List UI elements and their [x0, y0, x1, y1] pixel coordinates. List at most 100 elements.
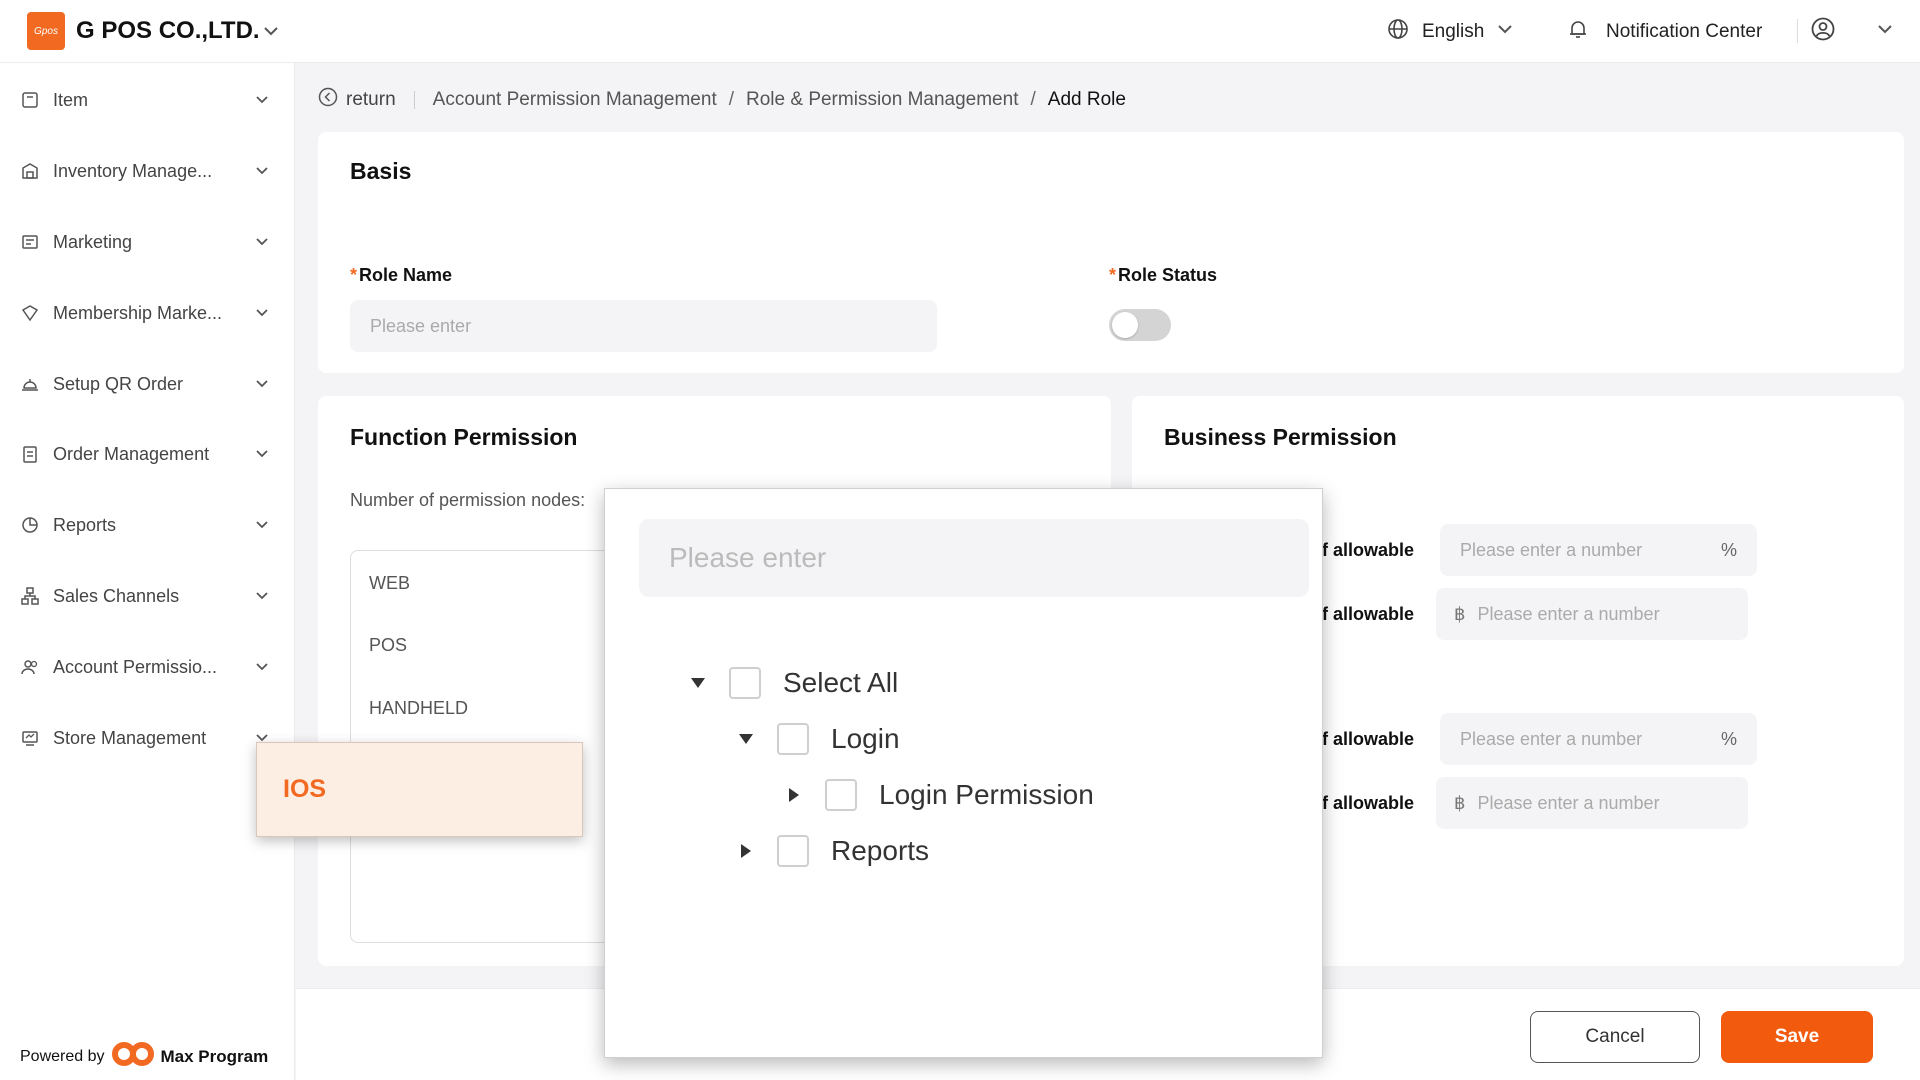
discount-percent-input[interactable]: Please enter a number %: [1440, 524, 1757, 576]
language-label: English: [1422, 20, 1485, 42]
ticket-icon: [20, 232, 40, 252]
chevron-down-icon: [1876, 20, 1894, 44]
notification-label: Notification Center: [1606, 20, 1763, 42]
tree-node-reports[interactable]: Reports: [733, 834, 929, 868]
breadcrumb-slash: /: [1030, 89, 1036, 110]
tree-node-label: Select All: [783, 667, 899, 698]
sidebar-item-order-management[interactable]: Order Management: [0, 429, 295, 479]
permission-tree-popup: Please enter Select All Login Login Perm…: [604, 488, 1323, 1058]
users-icon: [20, 657, 40, 677]
tree-node-login[interactable]: Login: [733, 722, 900, 756]
checkbox[interactable]: [777, 835, 809, 867]
breadcrumb-slash: /: [728, 89, 735, 110]
checkbox[interactable]: [777, 723, 809, 755]
tree-node-login-permission[interactable]: Login Permission: [781, 778, 1094, 812]
writeoff-percent-label: ff allowable: [1316, 729, 1415, 749]
role-status-label-text: Role Status: [1118, 265, 1218, 285]
powered-by: Powered by Max Program: [20, 1040, 268, 1073]
writeoff-amount-placeholder: Please enter a number: [1477, 792, 1660, 813]
tree-node-label: Reports: [831, 835, 930, 866]
sidebar-item-membership[interactable]: Membership Marke...: [0, 288, 295, 338]
checkbox[interactable]: [729, 667, 761, 699]
caret-right-icon[interactable]: [781, 778, 807, 812]
sidebar-item-item[interactable]: Item: [0, 75, 295, 125]
bell-icon: [1566, 17, 1590, 47]
sidebar-item-store-management[interactable]: Store Management: [0, 713, 295, 763]
percent-suffix: %: [1720, 728, 1737, 749]
chevron-down-icon: [254, 376, 270, 397]
discount-amount-placeholder: Please enter a number: [1477, 603, 1660, 624]
basis-card: Basis * Role Name Please enter * Role Stat…: [318, 132, 1904, 373]
business-permission-title: Business Permission: [1164, 424, 1397, 450]
network-icon: [20, 586, 40, 606]
toggle-knob: [1112, 312, 1138, 338]
breadcrumb-item[interactable]: Account Permission Management: [433, 89, 717, 111]
checkbox[interactable]: [825, 779, 857, 811]
tree-node-label: Login: [831, 723, 900, 754]
discount-percent-label: ff allowable: [1316, 540, 1415, 560]
percent-suffix: %: [1720, 539, 1737, 560]
sidebar-item-setup-qr-order[interactable]: Setup QR Order: [0, 359, 295, 409]
tree-search-input[interactable]: Please enter: [639, 519, 1309, 597]
required-mark: *: [1109, 265, 1117, 285]
logo-text: Gpos: [34, 25, 58, 37]
brand-name: Max Program: [160, 1046, 269, 1066]
sidebar: Item Inventory Manage... Marketing Membe…: [0, 63, 295, 1080]
platform-web[interactable]: WEB: [369, 573, 410, 594]
chevron-down-icon: [254, 446, 270, 467]
notification-center[interactable]: Notification Center: [1566, 0, 1762, 63]
breadcrumb: return Account Permission Management / R…: [318, 87, 1126, 113]
top-header: Gpos G POS CO.,LTD. English Notification…: [0, 0, 1920, 63]
caret-right-icon[interactable]: [733, 834, 759, 868]
role-name-placeholder: Please enter: [370, 315, 472, 336]
sidebar-item-marketing[interactable]: Marketing: [0, 217, 295, 267]
globe-icon: [1386, 17, 1410, 47]
writeoff-percent-input[interactable]: Please enter a number %: [1440, 713, 1757, 765]
gpos-logo[interactable]: Gpos: [27, 12, 65, 50]
caret-down-icon[interactable]: [733, 722, 759, 756]
baht-prefix: ฿: [1454, 792, 1466, 813]
sidebar-item-reports[interactable]: Reports: [0, 500, 295, 550]
user-menu[interactable]: [1810, 0, 1894, 63]
chevron-down-icon: [254, 588, 270, 609]
platform-ios-highlight[interactable]: IOS: [256, 742, 583, 837]
platform-pos[interactable]: POS: [369, 635, 407, 656]
cancel-button[interactable]: Cancel: [1530, 1011, 1700, 1063]
chevron-down-icon: [1496, 20, 1514, 44]
role-name-input[interactable]: Please enter: [350, 300, 937, 352]
warehouse-icon: [20, 161, 40, 181]
caret-down-icon[interactable]: [685, 666, 711, 700]
platform-handheld[interactable]: HANDHELD: [369, 698, 468, 719]
company-name[interactable]: G POS CO.,LTD.: [76, 17, 260, 45]
membership-icon: [20, 303, 40, 323]
role-name-label: * Role Name: [350, 265, 452, 286]
discount-amount-label: ff allowable: [1316, 604, 1415, 624]
back-circle-icon: [318, 87, 338, 113]
pie-chart-icon: [20, 515, 40, 535]
discount-percent-placeholder: Please enter a number: [1460, 539, 1643, 560]
return-label: return: [346, 89, 396, 110]
required-mark: *: [350, 265, 358, 285]
tree-node-label: Login Permission: [879, 779, 1094, 810]
language-selector[interactable]: English: [1386, 0, 1514, 63]
tree-search-placeholder: Please enter: [669, 542, 827, 573]
store-icon: [20, 728, 40, 748]
sidebar-item-account-permission[interactable]: Account Permissio...: [0, 642, 295, 692]
basis-title: Basis: [350, 158, 412, 184]
save-button[interactable]: Save: [1721, 1011, 1873, 1063]
chevron-down-icon[interactable]: [262, 22, 280, 45]
tree-node-select-all[interactable]: Select All: [685, 666, 898, 700]
breadcrumb-item[interactable]: Role & Permission Management: [746, 89, 1018, 111]
sidebar-item-sales-channels[interactable]: Sales Channels: [0, 571, 295, 621]
permission-nodes-label: Number of permission nodes:: [350, 490, 586, 510]
sidebar-item-inventory[interactable]: Inventory Manage...: [0, 146, 295, 196]
role-status-toggle[interactable]: [1109, 309, 1171, 341]
baht-prefix: ฿: [1454, 603, 1466, 624]
discount-amount-input[interactable]: ฿ Please enter a number: [1436, 588, 1748, 640]
max-program-logo-icon: [111, 1040, 155, 1073]
writeoff-amount-input[interactable]: ฿ Please enter a number: [1436, 777, 1748, 829]
breadcrumb-divider: [413, 91, 415, 109]
return-link[interactable]: return: [318, 87, 396, 113]
chevron-down-icon: [254, 517, 270, 538]
powered-by-label: Powered by: [20, 1047, 105, 1065]
